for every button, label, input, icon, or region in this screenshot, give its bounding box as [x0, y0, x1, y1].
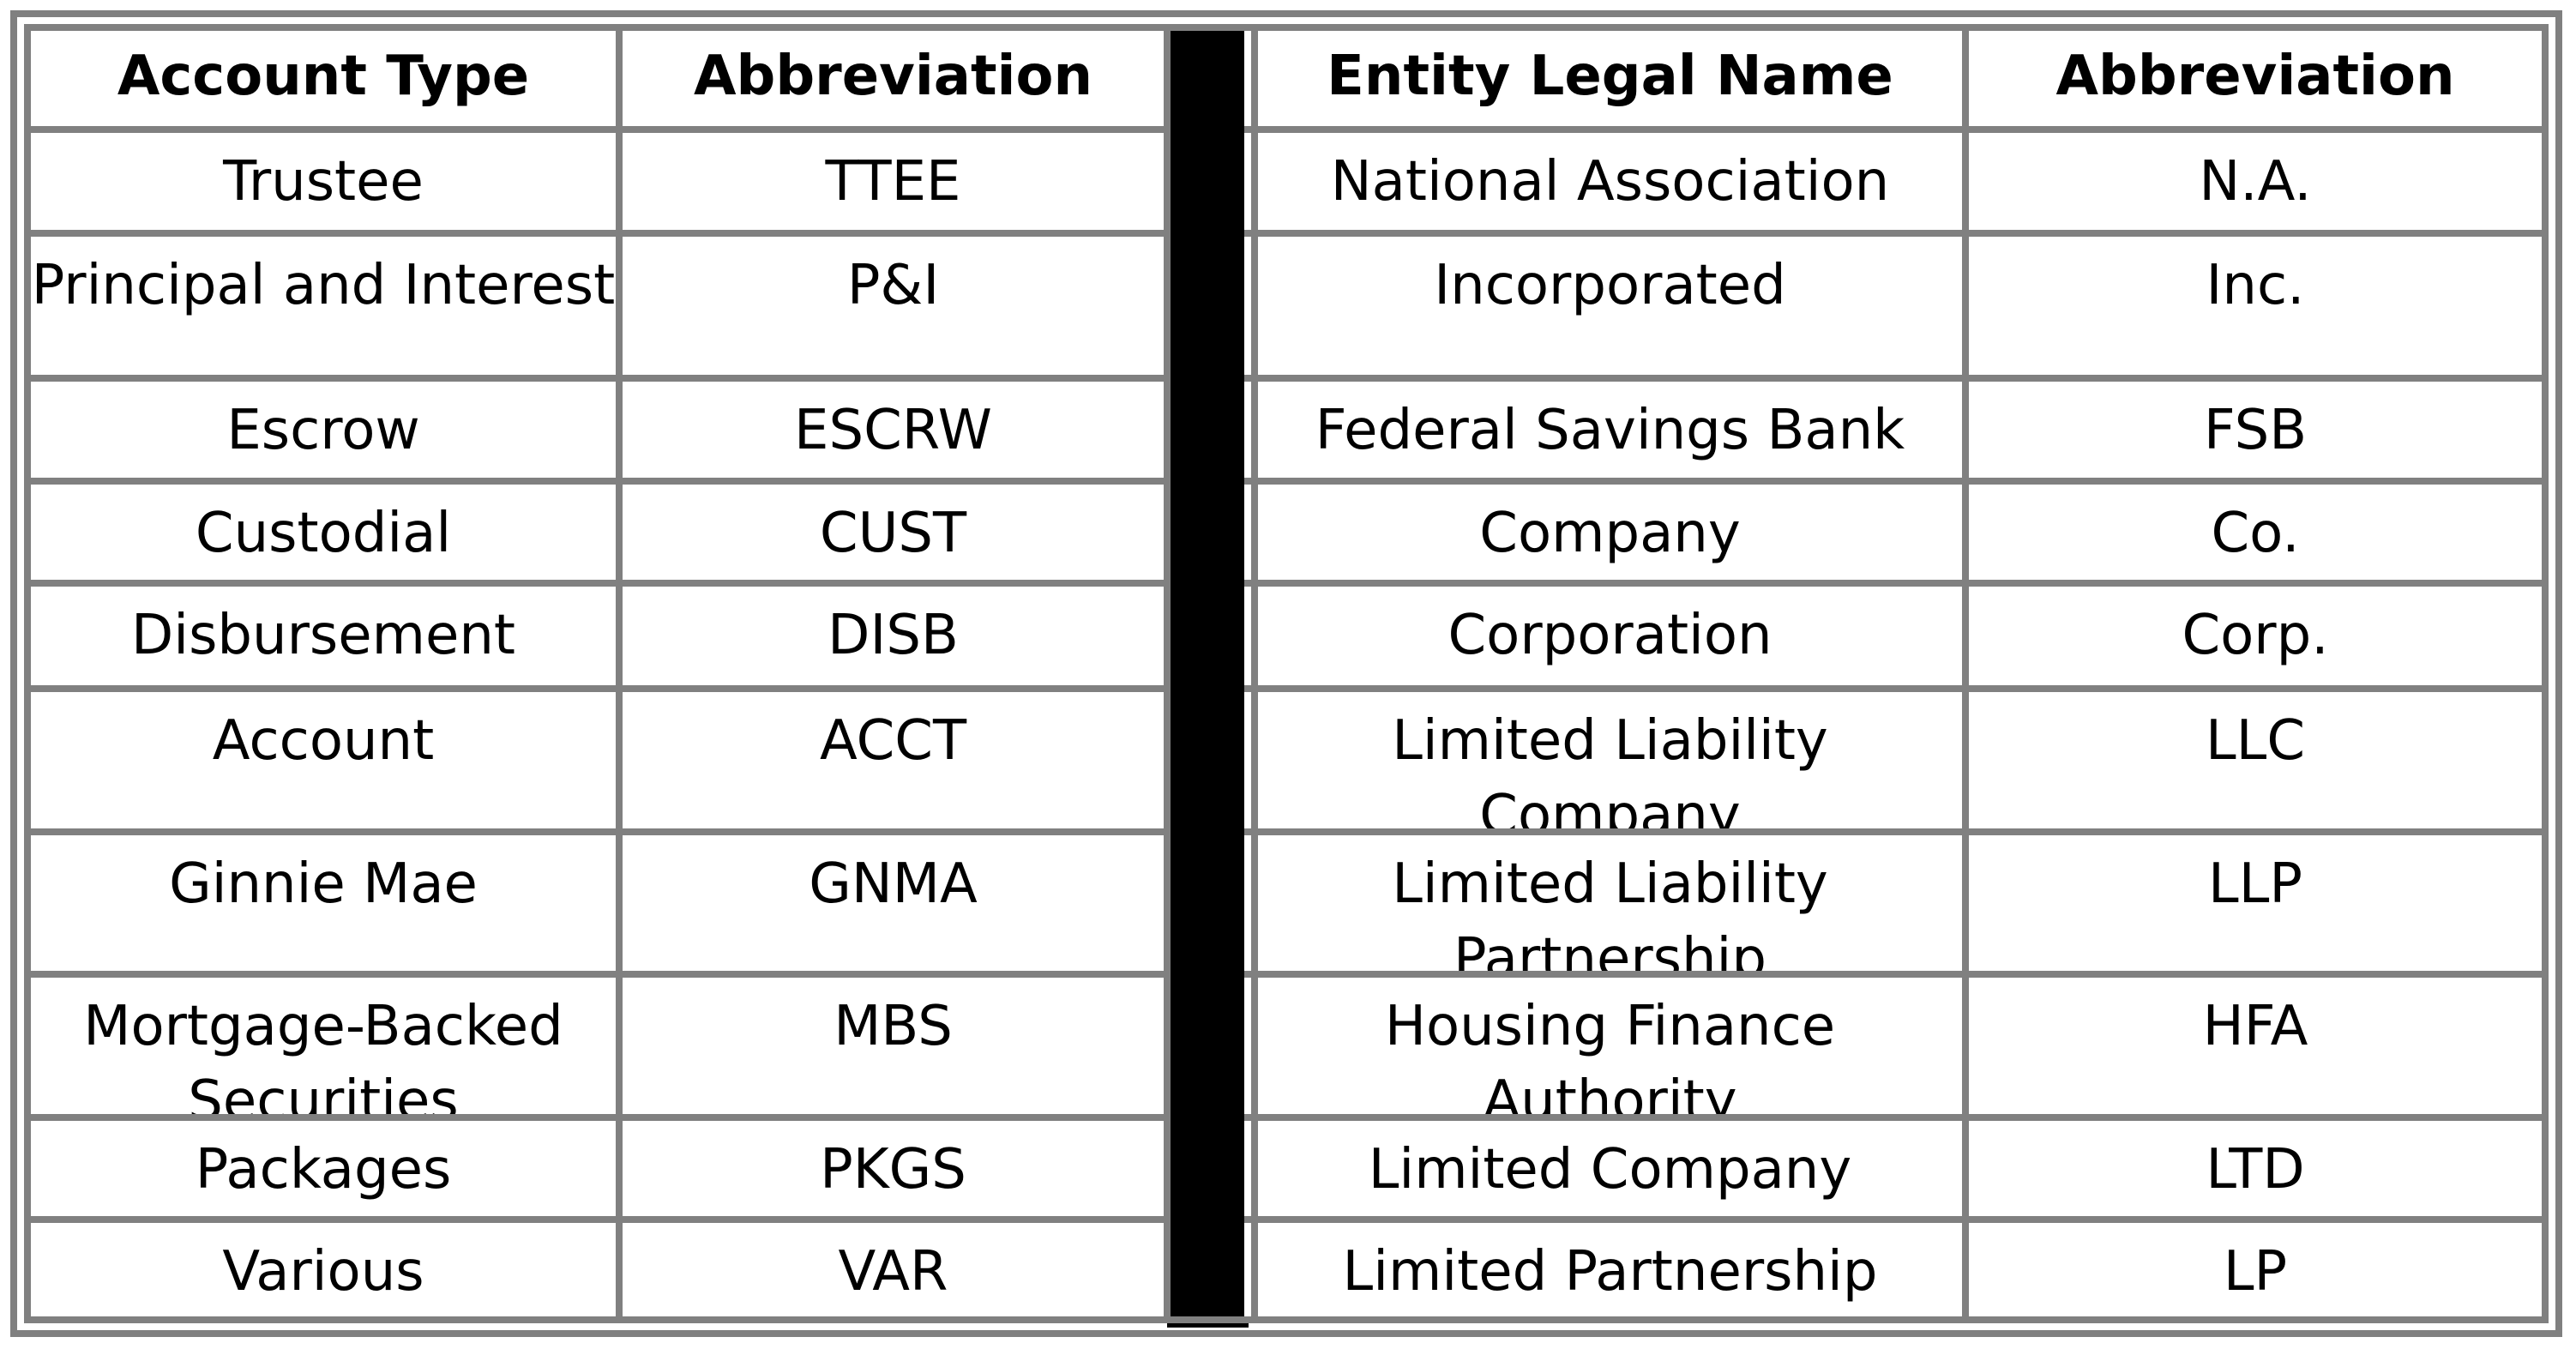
column-separator-foot [1167, 1323, 1249, 1328]
cell-account-abbreviation: TTEE [825, 150, 961, 214]
cell-account-type: Mortgage-Backed Securities [83, 995, 563, 1114]
cell-entity-abbreviation: LTD [2206, 1138, 2305, 1201]
cell-account-abbreviation: PKGS [820, 1138, 966, 1201]
header-account-type: Account Type [117, 45, 530, 108]
cell-entity-legal-name: Housing Finance Authority [1384, 995, 1836, 1114]
header-entity-legal-name: Entity Legal Name [1327, 45, 1893, 108]
table-horizontal-rule [1244, 828, 2549, 835]
cell-entity-abbreviation: Corp. [2182, 604, 2329, 667]
header-entity-abbreviation: Abbreviation [2055, 45, 2455, 108]
cell-entity-legal-name: Company [1479, 502, 1741, 565]
cell-entity-abbreviation: LLC [2206, 709, 2305, 773]
table-horizontal-rule [24, 230, 1171, 237]
cell-entity-abbreviation: Inc. [2206, 254, 2305, 317]
cell-account-abbreviation: MBS [834, 995, 953, 1058]
table-horizontal-rule [24, 1114, 1171, 1121]
table-horizontal-rule [1244, 478, 2549, 485]
table-horizontal-rule [24, 685, 1171, 692]
cell-entity-abbreviation: N.A. [2199, 150, 2312, 214]
table-horizontal-rule [24, 971, 1171, 978]
table-vertical-rule [616, 24, 623, 1323]
cell-account-type: Trustee [223, 150, 424, 214]
table-horizontal-rule [24, 126, 1171, 133]
table-horizontal-rule [1244, 126, 2549, 133]
cell-account-abbreviation: VAR [838, 1240, 948, 1304]
table-horizontal-rule [1244, 685, 2549, 692]
table-vertical-rule [2542, 24, 2549, 1323]
table-horizontal-rule [24, 375, 1171, 382]
table-horizontal-rule [24, 24, 2549, 31]
cell-account-type: Escrow [226, 399, 420, 462]
cell-account-type: Custodial [195, 502, 452, 565]
header-account-abbreviation: Abbreviation [693, 45, 1093, 108]
cell-account-abbreviation: CUST [819, 502, 967, 565]
table-horizontal-rule [1244, 1216, 2549, 1223]
table-horizontal-rule [24, 1216, 1171, 1223]
cell-entity-abbreviation: HFA [2202, 995, 2308, 1058]
cell-entity-abbreviation: LP [2223, 1240, 2288, 1304]
cell-account-abbreviation: DISB [828, 604, 959, 667]
cell-account-type: Disbursement [131, 604, 515, 667]
cell-account-type: Various [222, 1240, 424, 1304]
cell-account-type: Packages [195, 1138, 452, 1201]
cell-entity-legal-name: Limited Liability Partnership [1392, 852, 1828, 971]
cell-account-type: Ginnie Mae [169, 852, 478, 916]
cell-entity-legal-name: Limited Partnership [1342, 1240, 1878, 1304]
table-vertical-rule [24, 24, 31, 1323]
table-horizontal-rule [24, 828, 1171, 835]
cell-entity-legal-name: Federal Savings Bank [1315, 399, 1905, 462]
table-vertical-rule [1962, 24, 1969, 1323]
cell-entity-abbreviation: Co. [2211, 502, 2300, 565]
cell-account-type: Account [212, 709, 435, 773]
cell-entity-legal-name: Limited Liability Company [1392, 709, 1828, 828]
table-horizontal-rule [24, 478, 1171, 485]
cell-entity-legal-name: Incorporated [1434, 254, 1786, 317]
table-horizontal-rule [24, 1316, 2549, 1323]
cell-entity-abbreviation: FSB [2203, 399, 2308, 462]
cell-account-abbreviation: P&I [846, 254, 940, 317]
column-separator-bar [1171, 31, 1244, 1316]
table-horizontal-rule [1244, 375, 2549, 382]
table-vertical-rule [1164, 24, 1171, 1323]
cell-entity-legal-name: National Association [1330, 150, 1890, 214]
cell-entity-abbreviation: LLP [2208, 852, 2302, 916]
cell-account-abbreviation: GNMA [809, 852, 978, 916]
table-horizontal-rule [1244, 1114, 2549, 1121]
table-horizontal-rule [24, 580, 1171, 587]
cell-account-abbreviation: ESCRW [794, 399, 992, 462]
table-horizontal-rule [1244, 971, 2549, 978]
cell-account-type: Principal and Interest [31, 254, 616, 317]
cell-account-abbreviation: ACCT [819, 709, 967, 773]
cell-entity-legal-name: Limited Company [1368, 1138, 1852, 1201]
table-horizontal-rule [1244, 580, 2549, 587]
cell-entity-legal-name: Corporation [1447, 604, 1773, 667]
table-vertical-rule [1251, 24, 1258, 1323]
table-horizontal-rule [1244, 230, 2549, 237]
